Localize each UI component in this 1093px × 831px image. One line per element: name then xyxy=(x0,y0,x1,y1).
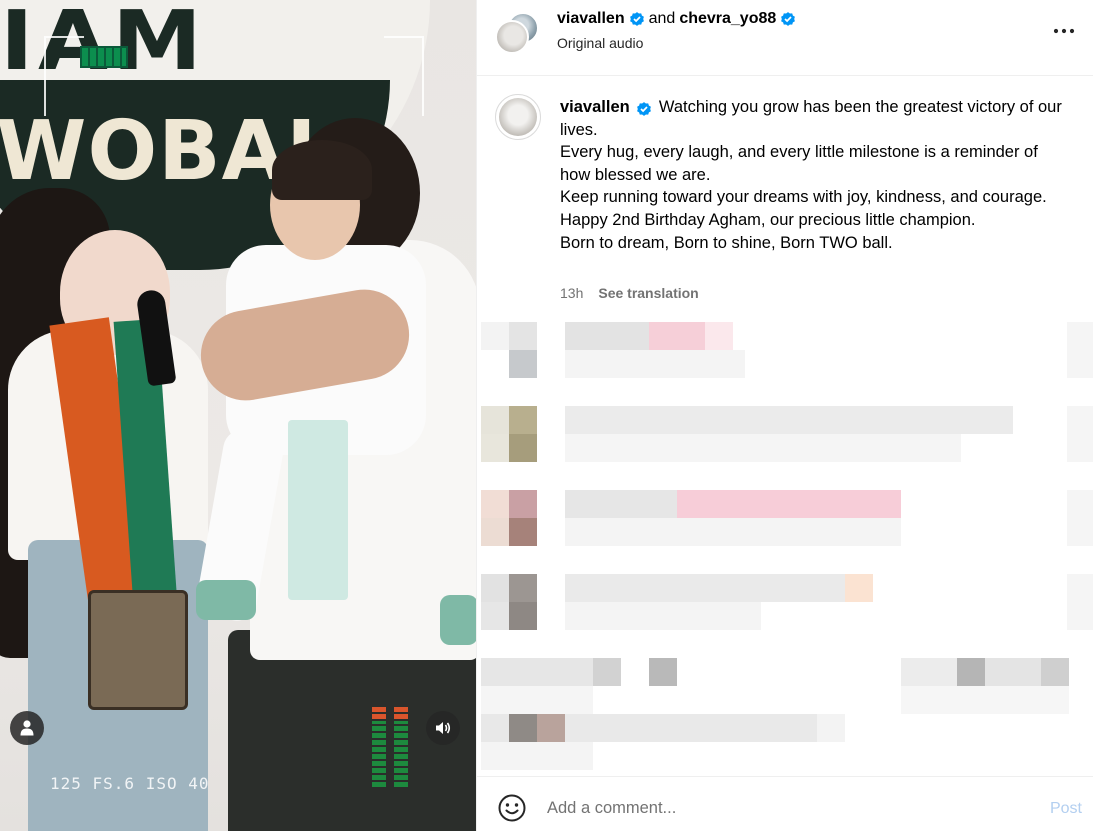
pixel-block xyxy=(705,322,733,350)
post-details-panel: viavallen and chevra_yo88 Original audio xyxy=(476,0,1093,831)
audio-toggle-button[interactable] xyxy=(426,711,460,745)
pixel-block xyxy=(481,490,509,518)
pixel-block xyxy=(565,406,1013,434)
comment-composer: Post xyxy=(477,776,1093,831)
more-options-button[interactable] xyxy=(1050,19,1078,43)
battery-icon xyxy=(80,46,128,68)
child-shoe xyxy=(196,580,256,620)
post-timestamp[interactable]: 13h xyxy=(560,285,583,301)
pixel-block xyxy=(565,574,845,602)
pixel-block xyxy=(649,658,677,686)
caption-line: Happy 2nd Birthday Agham, our precious l… xyxy=(560,210,976,229)
banner-top-text: IAM xyxy=(0,0,207,89)
pixel-block xyxy=(957,658,985,686)
pixel-block xyxy=(509,518,537,546)
caption-line: Watching you grow has been the greatest … xyxy=(560,98,1062,139)
user-icon xyxy=(20,720,34,736)
pixel-block xyxy=(481,602,509,630)
verified-badge-icon xyxy=(637,101,652,116)
pixel-block xyxy=(509,714,537,742)
pixel-block xyxy=(481,434,509,462)
pixel-block xyxy=(509,434,537,462)
audio-meter-icon xyxy=(372,721,386,787)
pixel-block xyxy=(1067,322,1093,378)
pixel-block xyxy=(481,742,593,770)
caption-line: Every hug, every laugh, and every little… xyxy=(560,143,1038,184)
audio-meter-peak xyxy=(394,705,408,719)
avatar[interactable] xyxy=(495,94,541,140)
pixel-block xyxy=(901,686,1069,714)
handbag xyxy=(88,590,188,710)
emoji-smile-icon[interactable] xyxy=(497,793,527,823)
avatar[interactable] xyxy=(495,20,529,54)
pixel-block xyxy=(901,658,957,686)
pixel-block xyxy=(1067,490,1093,546)
pixel-block xyxy=(649,322,705,350)
pixel-block xyxy=(509,574,537,602)
pixel-block xyxy=(1067,574,1093,630)
pixel-block xyxy=(481,518,509,546)
authors-connector: and xyxy=(648,10,676,27)
pixel-block xyxy=(565,518,901,546)
pixel-block xyxy=(565,350,745,378)
caption-line: Keep running toward your dreams with joy… xyxy=(560,188,1047,207)
post-comment-button[interactable]: Post xyxy=(1050,800,1082,818)
username-link[interactable]: chevra_yo88 xyxy=(679,10,776,28)
comment-input[interactable] xyxy=(547,791,1007,825)
see-translation-button[interactable]: See translation xyxy=(598,285,698,301)
caption-username[interactable]: viavallen xyxy=(560,98,630,116)
pixel-block xyxy=(481,714,509,742)
pixel-block xyxy=(1041,658,1069,686)
viewfinder-corner-icon xyxy=(384,36,424,116)
child-scarf xyxy=(288,420,348,600)
pixel-block xyxy=(565,322,649,350)
pixel-block xyxy=(509,350,537,378)
pixel-block xyxy=(565,602,761,630)
more-horizontal-icon xyxy=(1053,28,1075,34)
audio-meter-icon xyxy=(394,721,408,787)
pixel-block xyxy=(845,574,873,602)
verified-badge-icon xyxy=(781,12,796,26)
pixel-block xyxy=(481,658,593,686)
post-header: viavallen and chevra_yo88 Original audio xyxy=(477,0,1093,76)
pixel-block xyxy=(1067,406,1093,462)
caption-line: Born to dream, Born to shine, Born TWO b… xyxy=(560,233,893,252)
comments-list-pixelated xyxy=(477,320,1093,770)
pixel-block xyxy=(565,490,677,518)
pixel-block xyxy=(593,658,621,686)
pixel-block xyxy=(565,714,817,742)
pixel-block xyxy=(481,406,509,434)
pixel-block xyxy=(565,434,961,462)
pixel-block xyxy=(817,714,845,742)
post-authors: viavallen and chevra_yo88 xyxy=(557,10,796,28)
post-media[interactable]: IAM WOBAL 125 FS.6 ISO 40 xyxy=(0,0,476,831)
pixel-block xyxy=(481,322,509,350)
pixel-block xyxy=(481,574,509,602)
original-audio-link[interactable]: Original audio xyxy=(557,35,643,51)
caption-meta: 13h See translation xyxy=(560,285,699,301)
pixel-block xyxy=(509,406,537,434)
pixel-block xyxy=(537,714,565,742)
camera-hud-text: 125 FS.6 ISO 40 xyxy=(50,774,210,793)
speaker-icon xyxy=(436,722,451,734)
pixel-block xyxy=(481,686,593,714)
pixel-block xyxy=(509,490,537,518)
child-hair xyxy=(272,140,372,200)
pixel-block xyxy=(509,322,537,350)
audio-meter-peak xyxy=(372,705,386,719)
pixel-block xyxy=(509,602,537,630)
pixel-block xyxy=(985,658,1041,686)
child-shoe xyxy=(440,595,476,645)
avatar-image xyxy=(499,98,537,136)
tagged-users-button[interactable] xyxy=(10,711,44,745)
post-caption: viavallen Watching you grow has been the… xyxy=(560,96,1070,254)
pixel-block xyxy=(677,490,901,518)
viewfinder-corner-icon xyxy=(44,36,84,116)
verified-badge-icon xyxy=(629,12,644,26)
username-link[interactable]: viavallen xyxy=(557,10,625,28)
